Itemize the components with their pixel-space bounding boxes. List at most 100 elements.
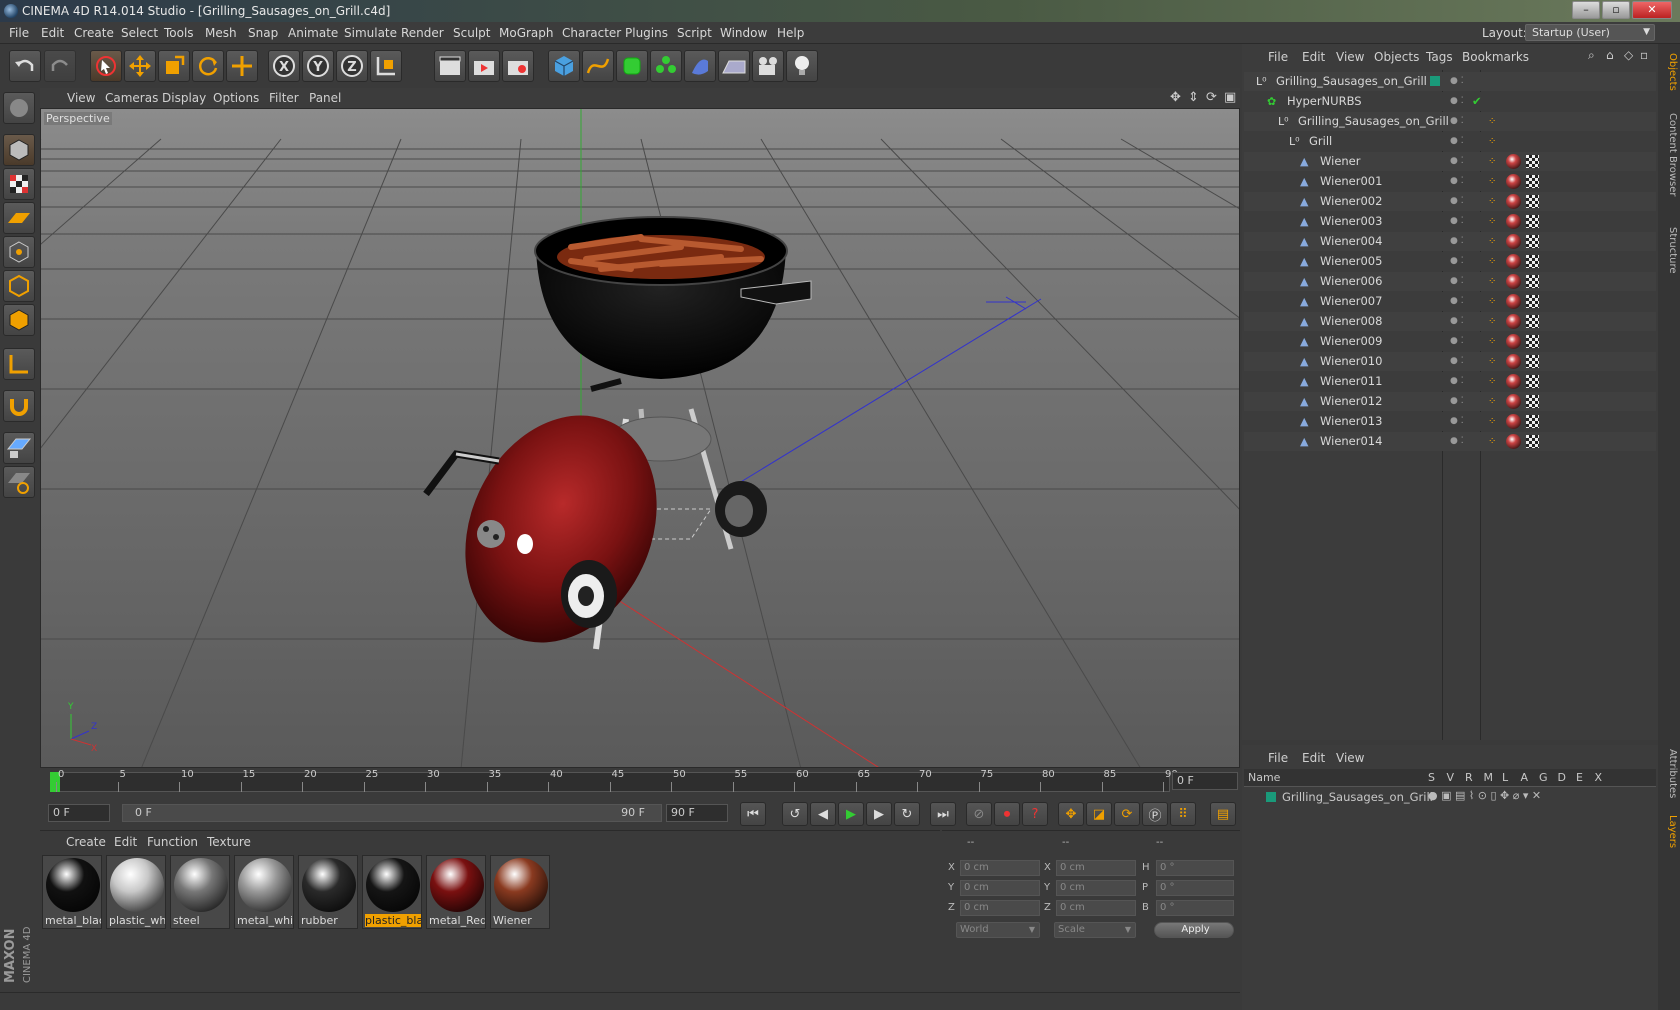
- menu-sculpt[interactable]: Sculpt: [453, 22, 490, 44]
- render-settings-button[interactable]: [502, 50, 534, 82]
- add-deformer-button[interactable]: [684, 50, 716, 82]
- phong-tag-icon[interactable]: ⁘: [1488, 352, 1496, 371]
- visibility-dots[interactable]: ● ⁚: [1450, 332, 1464, 351]
- record-position-button[interactable]: ⊘: [966, 802, 992, 826]
- live-selection-button[interactable]: [90, 50, 122, 82]
- object-row[interactable]: ▲ Wiener002 ● ⁚ ⁘: [1244, 192, 1656, 211]
- material-swatch[interactable]: metal_whit: [234, 855, 294, 929]
- goto-start-button[interactable]: ⏮: [740, 802, 766, 826]
- coordinate-system-button[interactable]: [370, 50, 402, 82]
- minimize-button[interactable]: –: [1572, 1, 1600, 19]
- size-x-field[interactable]: 0 cm: [1056, 860, 1136, 876]
- menu-file[interactable]: File: [9, 22, 29, 44]
- phong-tag-icon[interactable]: ⁘: [1488, 132, 1496, 151]
- layer-column-header[interactable]: M: [1484, 771, 1494, 784]
- move-button[interactable]: [124, 50, 156, 82]
- object-row[interactable]: ▲ Wiener009 ● ⁚ ⁘: [1244, 332, 1656, 351]
- object-row[interactable]: ▲ Wiener ● ⁚ ⁘: [1244, 152, 1656, 171]
- material-tag-icon[interactable]: [1506, 234, 1521, 249]
- material-tag-icon[interactable]: [1506, 274, 1521, 289]
- visibility-dots[interactable]: ● ⁚: [1450, 172, 1464, 191]
- layer-color-swatch[interactable]: [1266, 792, 1276, 802]
- texture-tag-icon[interactable]: [1526, 235, 1539, 248]
- layer-row[interactable]: Grilling_Sausages_on_Grill ● ▣ ▤ ⌇ ⊙ ▯ ✥…: [1244, 788, 1656, 806]
- rotate-button[interactable]: [192, 50, 224, 82]
- close-button[interactable]: ✕: [1632, 1, 1672, 19]
- layer-column-header[interactable]: E: [1576, 771, 1583, 784]
- position-y-field[interactable]: 0 cm: [960, 880, 1040, 896]
- x-axis-lock-button[interactable]: X: [268, 50, 300, 82]
- prev-key-button[interactable]: ↺: [782, 802, 808, 826]
- timeline-ruler[interactable]: 051015202530354045505560657075808590 0 F: [40, 768, 1240, 798]
- make-editable-button[interactable]: [3, 92, 35, 124]
- phong-tag-icon[interactable]: ⁘: [1488, 212, 1496, 231]
- visibility-dots[interactable]: ● ⁚: [1450, 312, 1464, 331]
- visibility-dots[interactable]: ● ⁚: [1450, 92, 1464, 111]
- visibility-dots[interactable]: ● ⁚: [1450, 232, 1464, 251]
- next-key-button[interactable]: ↻: [894, 802, 920, 826]
- visibility-dots[interactable]: ● ⁚: [1450, 392, 1464, 411]
- material-tag-icon[interactable]: [1506, 294, 1521, 309]
- layer-name[interactable]: Grilling_Sausages_on_Grill: [1282, 790, 1433, 804]
- menu-edit[interactable]: Edit: [41, 22, 64, 44]
- size-y-field[interactable]: 0 cm: [1056, 880, 1136, 896]
- visibility-dots[interactable]: ● ⁚: [1450, 212, 1464, 231]
- render-view-button[interactable]: [434, 50, 466, 82]
- phong-tag-icon[interactable]: ⁘: [1488, 372, 1496, 391]
- object-row[interactable]: ▲ Wiener005 ● ⁚ ⁘: [1244, 252, 1656, 271]
- keyframe-selection-button[interactable]: ?: [1022, 802, 1048, 826]
- phong-tag-icon[interactable]: ⁘: [1488, 312, 1496, 331]
- menu-mograph[interactable]: MoGraph: [499, 22, 554, 44]
- visibility-dots[interactable]: ● ⁚: [1450, 412, 1464, 431]
- vp-move-icon[interactable]: ✥: [1170, 90, 1181, 105]
- locked-workplane-button[interactable]: [3, 466, 35, 498]
- layer-column-header[interactable]: G: [1539, 771, 1548, 784]
- texture-tag-icon[interactable]: [1526, 415, 1539, 428]
- vp-menu-options[interactable]: Options: [213, 88, 259, 108]
- obj-menu-edit[interactable]: Edit: [1302, 48, 1325, 66]
- range-slider[interactable]: 0 F 90 F: [122, 804, 662, 822]
- obj-menu-tags[interactable]: Tags: [1426, 48, 1453, 66]
- vp-menu-display[interactable]: Display: [162, 88, 206, 108]
- texture-tag-icon[interactable]: [1526, 255, 1539, 268]
- object-row[interactable]: ✿ HyperNURBS ● ⁚ ✔: [1244, 92, 1656, 111]
- add-nurbs-button[interactable]: [616, 50, 648, 82]
- key-rotation-button[interactable]: ⟳: [1114, 802, 1140, 826]
- recent-tools-button[interactable]: [226, 50, 258, 82]
- material-tag-icon[interactable]: [1506, 174, 1521, 189]
- material-tag-icon[interactable]: [1506, 374, 1521, 389]
- material-tag-icon[interactable]: [1506, 394, 1521, 409]
- z-axis-lock-button[interactable]: Z: [336, 50, 368, 82]
- timeline-window-button[interactable]: ▤: [1210, 802, 1236, 826]
- coord-system-dropdown[interactable]: World ▼: [956, 922, 1040, 938]
- phong-tag-icon[interactable]: ⁘: [1488, 252, 1496, 271]
- phong-tag-icon[interactable]: ⁘: [1488, 392, 1496, 411]
- material-tag-icon[interactable]: [1506, 254, 1521, 269]
- vp-menu-view[interactable]: View: [67, 88, 95, 108]
- object-row[interactable]: L⁰ Grill ● ⁚ ⁘: [1244, 132, 1656, 151]
- vp-maximize-icon[interactable]: ▣: [1224, 90, 1236, 105]
- mat-menu-function[interactable]: Function: [147, 833, 198, 851]
- texture-mode-button[interactable]: [3, 168, 35, 200]
- layout-dropdown[interactable]: Startup (User) ▼: [1525, 24, 1655, 41]
- mat-menu-texture[interactable]: Texture: [207, 833, 251, 851]
- key-scale-button[interactable]: ◪: [1086, 802, 1112, 826]
- menu-help[interactable]: Help: [777, 22, 804, 44]
- layer-menu-edit[interactable]: Edit: [1302, 749, 1325, 767]
- visibility-dots[interactable]: ● ⁚: [1450, 72, 1464, 91]
- menu-create[interactable]: Create: [74, 22, 114, 44]
- perspective-viewport[interactable]: Y Z X Perspective: [40, 108, 1240, 768]
- tab-content-browser[interactable]: Content Browser: [1660, 100, 1678, 210]
- menu-tools[interactable]: Tools: [164, 22, 194, 44]
- size-z-field[interactable]: 0 cm: [1056, 900, 1136, 916]
- next-frame-button[interactable]: ▶: [866, 802, 892, 826]
- redo-button[interactable]: [44, 50, 76, 82]
- layer-column-header[interactable]: X: [1595, 771, 1603, 784]
- layer-column-header[interactable]: S: [1428, 771, 1435, 784]
- axis-mode-button[interactable]: [3, 348, 35, 380]
- tab-attributes[interactable]: Attributes: [1660, 744, 1678, 804]
- texture-tag-icon[interactable]: [1526, 355, 1539, 368]
- material-tag-icon[interactable]: [1506, 194, 1521, 209]
- size-mode-dropdown[interactable]: Scale ▼: [1054, 922, 1136, 938]
- add-spline-button[interactable]: [582, 50, 614, 82]
